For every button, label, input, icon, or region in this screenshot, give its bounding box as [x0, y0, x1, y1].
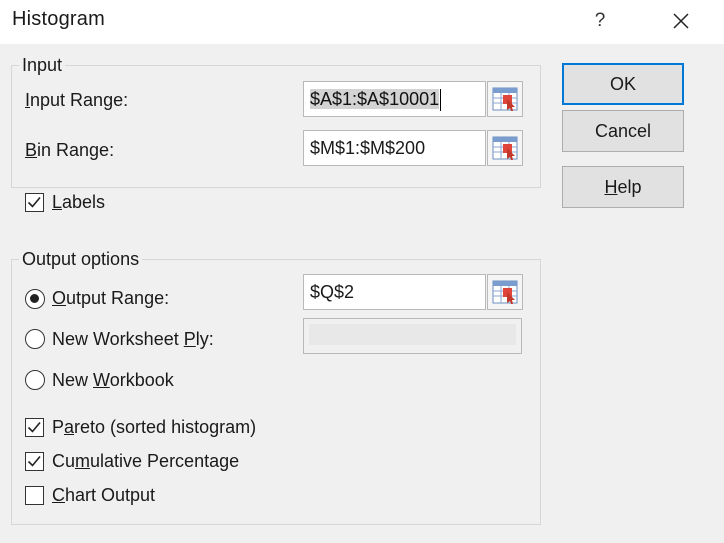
bin-range-field[interactable]: $M$1:$M$200 [303, 130, 486, 166]
dialog-title: Histogram [12, 8, 105, 30]
title-bar: Histogram ? [0, 0, 724, 44]
input-group-title: Input [19, 55, 66, 76]
close-button[interactable] [668, 8, 694, 34]
checkmark-icon [27, 196, 41, 208]
range-selector-icon [492, 87, 518, 111]
cumulative-percentage-checkbox[interactable] [25, 452, 44, 471]
close-icon [673, 13, 689, 29]
output-range-label[interactable]: Output Range: [52, 288, 169, 309]
disabled-field-fill [309, 324, 516, 345]
bin-range-collapse-button[interactable] [487, 130, 523, 166]
output-range-value: $Q$2 [310, 282, 355, 302]
input-range-value: $A$1:$A$10001 [310, 89, 440, 109]
new-workbook-radio[interactable] [25, 370, 45, 390]
new-worksheet-ply-radio[interactable] [25, 329, 45, 349]
checkmark-icon [27, 455, 41, 467]
chart-output-label[interactable]: Chart Output [52, 485, 155, 506]
input-range-field[interactable]: $A$1:$A$10001 [303, 81, 486, 117]
output-range-radio[interactable] [25, 289, 45, 309]
input-range-label: Input Range: [25, 90, 129, 110]
bin-range-label: Bin Range: [25, 140, 115, 160]
input-range-collapse-button[interactable] [487, 81, 523, 117]
range-selector-icon [492, 280, 518, 304]
new-worksheet-ply-label[interactable]: New Worksheet Ply: [52, 329, 214, 350]
output-options-title: Output options [19, 249, 143, 270]
radio-selected-dot [30, 294, 39, 303]
cumulative-percentage-label[interactable]: Cumulative Percentage [52, 451, 239, 472]
text-caret [440, 89, 442, 112]
range-selector-icon [492, 136, 518, 160]
pareto-checkbox[interactable] [25, 418, 44, 437]
help-question-button[interactable]: ? [590, 8, 610, 34]
cancel-button[interactable]: Cancel [562, 110, 684, 152]
bin-range-value: $M$1:$M$200 [310, 138, 426, 158]
help-button[interactable]: Help [562, 166, 684, 208]
checkmark-icon [27, 421, 41, 433]
output-range-field[interactable]: $Q$2 [303, 274, 486, 310]
labels-checkbox-label[interactable]: Labels [52, 192, 105, 213]
ok-button[interactable]: OK [562, 63, 684, 105]
labels-checkbox[interactable] [25, 193, 44, 212]
new-workbook-label[interactable]: New Workbook [52, 370, 174, 391]
pareto-label[interactable]: Pareto (sorted histogram) [52, 417, 256, 438]
chart-output-checkbox[interactable] [25, 486, 44, 505]
new-worksheet-ply-field [303, 318, 522, 354]
output-range-collapse-button[interactable] [487, 274, 523, 310]
